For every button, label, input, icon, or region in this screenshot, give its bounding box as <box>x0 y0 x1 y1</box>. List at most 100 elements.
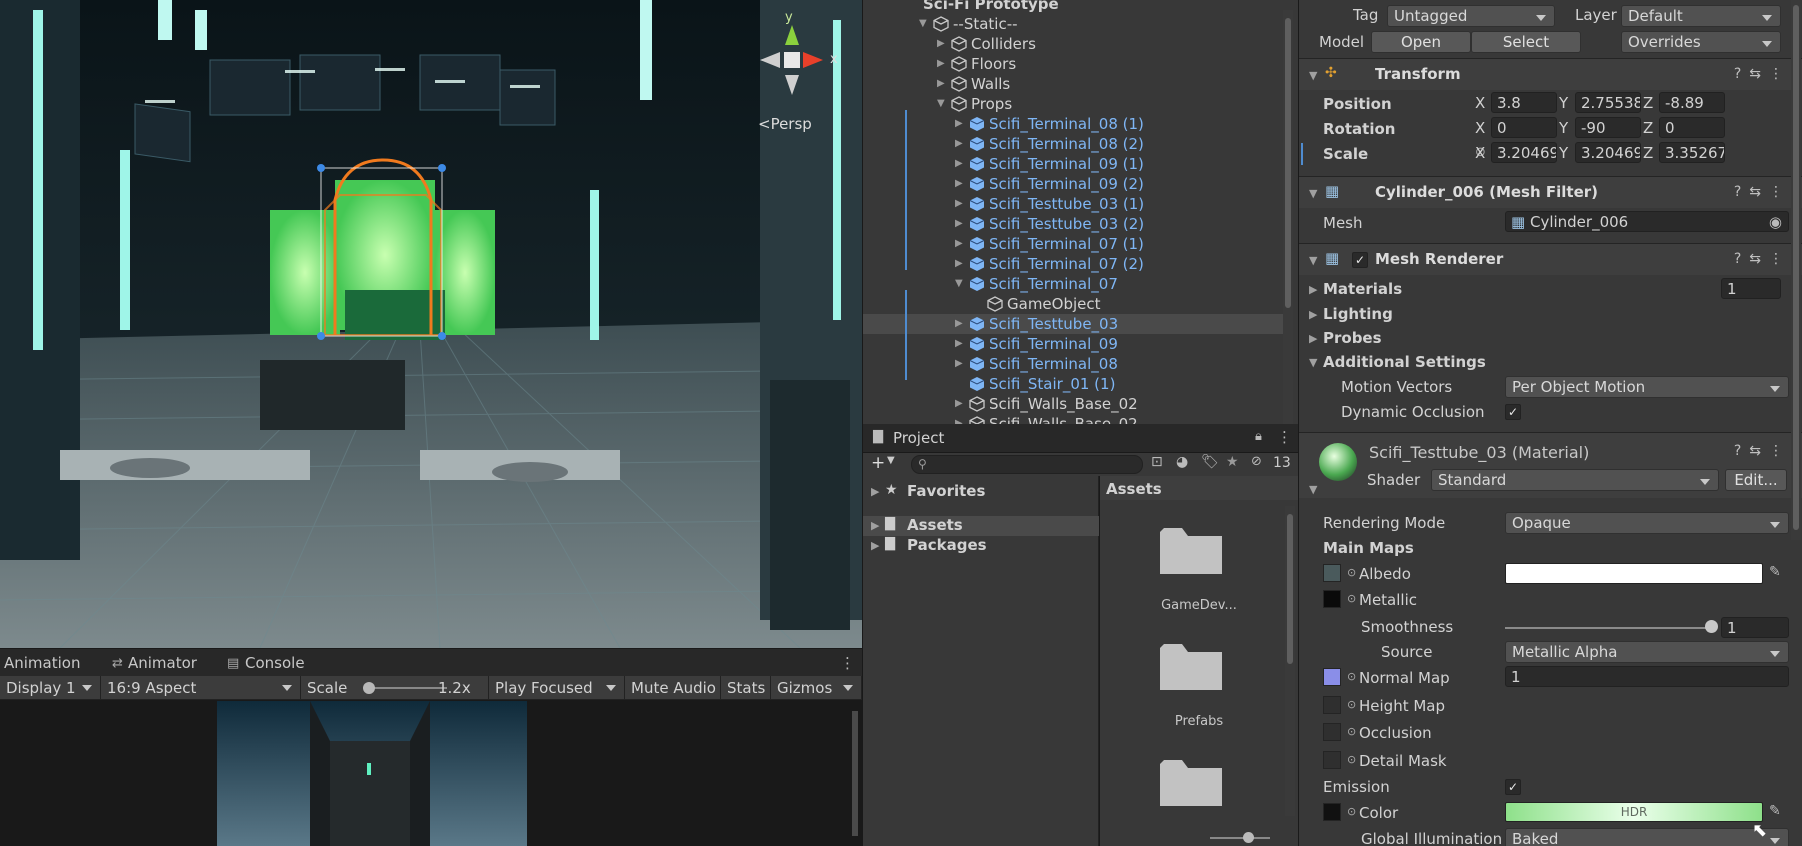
tree-favorites[interactable]: ▶ ★ Favorites <box>863 482 1099 502</box>
expand-arrow-icon[interactable]: ▶ <box>955 314 963 334</box>
texture-picker-icon[interactable]: ⊙ <box>1347 725 1356 738</box>
normal-scale-field[interactable]: 1 <box>1505 666 1789 687</box>
hierarchy-item[interactable]: ▶ Walls <box>863 74 1283 94</box>
axis-z-label[interactable]: Z <box>1643 119 1653 137</box>
hierarchy-item[interactable]: ▶ Scifi_Terminal_08 (2) <box>863 134 1283 154</box>
motion-vectors-dropdown[interactable]: Per Object Motion <box>1505 376 1789 398</box>
tab-console[interactable]: Console <box>245 654 305 672</box>
hierarchy-item[interactable]: ▶ Colliders <box>863 34 1283 54</box>
expand-arrow-icon[interactable]: ▶ <box>955 414 963 424</box>
shader-dropdown[interactable]: Standard <box>1431 469 1719 491</box>
expand-arrow-icon[interactable]: ▶ <box>937 54 945 74</box>
hierarchy-item[interactable]: ▶ Scifi_Terminal_09 (2) <box>863 174 1283 194</box>
asset-folder[interactable]: GameDev... <box>1100 526 1298 616</box>
expand-arrow-icon[interactable]: ▶ <box>955 234 963 254</box>
hierarchy-item[interactable]: ▶ Scifi_Terminal_09 (1) <box>863 154 1283 174</box>
assets-scroll-thumb[interactable] <box>1287 514 1293 664</box>
eyedropper-icon[interactable]: ✎ <box>1769 564 1781 580</box>
albedo-texture-slot[interactable] <box>1323 564 1341 582</box>
albedo-color-field[interactable] <box>1505 563 1763 584</box>
texture-picker-icon[interactable]: ⊙ <box>1347 805 1356 818</box>
hierarchy-item[interactable]: Scifi_Stair_01 (1) <box>863 374 1283 394</box>
expand-arrow-icon[interactable]: ▶ <box>955 394 963 414</box>
emission-texture-slot[interactable] <box>1323 803 1341 821</box>
display-dropdown[interactable]: Display 1 <box>0 676 101 700</box>
expand-arrow-icon[interactable]: ▶ <box>955 174 963 194</box>
asset-folder[interactable]: Prefabs <box>1100 642 1298 732</box>
axis-x-label[interactable]: X <box>1475 144 1485 162</box>
position-x-field[interactable]: 3.8 <box>1491 92 1557 113</box>
layer-dropdown[interactable]: Default <box>1621 5 1781 27</box>
filter-by-type-icon[interactable]: ◕ <box>1176 454 1188 470</box>
rotation-x-field[interactable]: 0 <box>1491 117 1557 138</box>
probes-foldout[interactable]: ▶ Probes <box>1299 327 1802 349</box>
hierarchy-item[interactable]: ▶ Scifi_Terminal_08 <box>863 354 1283 374</box>
mesh-filter-header[interactable]: ▼ ▦ Cylinder_006 (Mesh Filter) ?⇆⋮ <box>1299 176 1802 208</box>
mute-audio-button[interactable]: Mute Audio <box>625 676 721 700</box>
play-focused-dropdown[interactable]: Play Focused <box>489 676 625 700</box>
hierarchy-item[interactable]: ▶ Scifi_Terminal_09 <box>863 334 1283 354</box>
material-header[interactable]: Scifi_Testtube_03 (Material) ?⇆⋮ Shader … <box>1299 432 1802 498</box>
edit-shader-button[interactable]: Edit... <box>1725 469 1787 491</box>
additional-settings-foldout[interactable]: ▼ Additional Settings <box>1299 351 1802 373</box>
rotation-y-field[interactable]: -90 <box>1575 117 1641 138</box>
axis-z-label[interactable]: Z <box>1643 144 1653 162</box>
texture-picker-icon[interactable]: ⊙ <box>1347 670 1356 683</box>
scale-z-field[interactable]: 3.35267 <box>1659 142 1725 163</box>
emission-checkbox[interactable]: ✓ <box>1505 779 1521 795</box>
game-view[interactable] <box>0 701 862 846</box>
inspector-scroll-thumb[interactable] <box>1793 5 1799 530</box>
rendering-mode-dropdown[interactable]: Opaque <box>1505 512 1789 534</box>
collapse-arrow-icon[interactable]: ▼ <box>937 94 945 114</box>
aspect-dropdown[interactable]: 16:9 Aspect <box>101 676 301 700</box>
expand-arrow-icon[interactable]: ▶ <box>955 154 963 174</box>
search-by-type-icon[interactable]: ⊡ <box>1151 454 1163 470</box>
hierarchy-scrollbar[interactable] <box>1283 10 1293 424</box>
transform-header[interactable]: ▼ ✣ Transform ?⇆⋮ <box>1299 58 1802 90</box>
expand-arrow-icon[interactable]: ▶ <box>937 34 945 54</box>
hierarchy-item[interactable]: ▼ Scifi_Terminal_07 <box>863 274 1283 294</box>
hidden-eye-icon[interactable]: ⊘ <box>1251 454 1262 469</box>
tree-packages[interactable]: ▶ ▇ Packages <box>863 536 1099 556</box>
materials-count-field[interactable]: 1 <box>1721 278 1781 299</box>
expand-arrow-icon[interactable]: ▶ <box>955 354 963 374</box>
height-map-texture-slot[interactable] <box>1323 696 1341 714</box>
icon-size-slider-handle[interactable] <box>1243 832 1254 843</box>
hierarchy-item[interactable]: ▶ Floors <box>863 54 1283 74</box>
object-picker-icon[interactable]: ◉ <box>1769 212 1782 231</box>
texture-picker-icon[interactable]: ⊙ <box>1347 566 1356 579</box>
rotation-z-field[interactable]: 0 <box>1659 117 1725 138</box>
component-menu-icons[interactable]: ?⇆⋮ <box>1734 66 1791 82</box>
asset-folder[interactable] <box>1100 758 1298 818</box>
assets-scrollbar[interactable] <box>1285 506 1295 816</box>
lighting-foldout[interactable]: ▶ Lighting <box>1299 303 1802 325</box>
more-options-icon[interactable]: ⋮ <box>1277 428 1292 446</box>
expand-arrow-icon[interactable]: ▶ <box>955 254 963 274</box>
hierarchy-scroll-thumb[interactable] <box>1285 18 1291 308</box>
smoothness-slider-handle[interactable] <box>1705 620 1718 633</box>
project-search-input[interactable]: ⚲ <box>911 455 1143 474</box>
scene-view[interactable]: y x <Persp <box>0 0 862 648</box>
tab-animator[interactable]: Animator <box>128 654 197 672</box>
hierarchy-item[interactable]: ▼ --Static-- <box>863 14 1283 34</box>
axis-x-label[interactable]: X <box>1475 94 1485 112</box>
axis-x-label[interactable]: X <box>1475 119 1485 137</box>
collapse-arrow-icon[interactable]: ▼ <box>955 274 963 294</box>
collapse-arrow-icon[interactable]: ▼ <box>919 14 927 34</box>
expand-arrow-icon[interactable]: ▶ <box>955 194 963 214</box>
scale-x-field[interactable]: 3.20469 <box>1491 142 1557 163</box>
detail-mask-texture-slot[interactable] <box>1323 751 1341 769</box>
position-z-field[interactable]: -8.89 <box>1659 92 1725 113</box>
texture-picker-icon[interactable]: ⊙ <box>1347 753 1356 766</box>
expand-arrow-icon[interactable]: ▶ <box>955 114 963 134</box>
create-plus-icon[interactable]: + <box>871 453 885 473</box>
eyedropper-icon[interactable]: ✎ <box>1769 803 1781 819</box>
tab-animation[interactable]: Animation <box>4 654 80 672</box>
occlusion-texture-slot[interactable] <box>1323 723 1341 741</box>
axis-y-label[interactable]: Y <box>1559 94 1568 112</box>
select-button[interactable]: Select <box>1471 31 1581 53</box>
global-illumination-dropdown[interactable]: Baked <box>1505 828 1789 846</box>
overrides-dropdown[interactable]: Overrides <box>1621 31 1781 53</box>
smoothness-value-field[interactable]: 1 <box>1721 617 1789 638</box>
hierarchy-root[interactable]: Sci-Fi Prototype <box>863 0 1283 14</box>
